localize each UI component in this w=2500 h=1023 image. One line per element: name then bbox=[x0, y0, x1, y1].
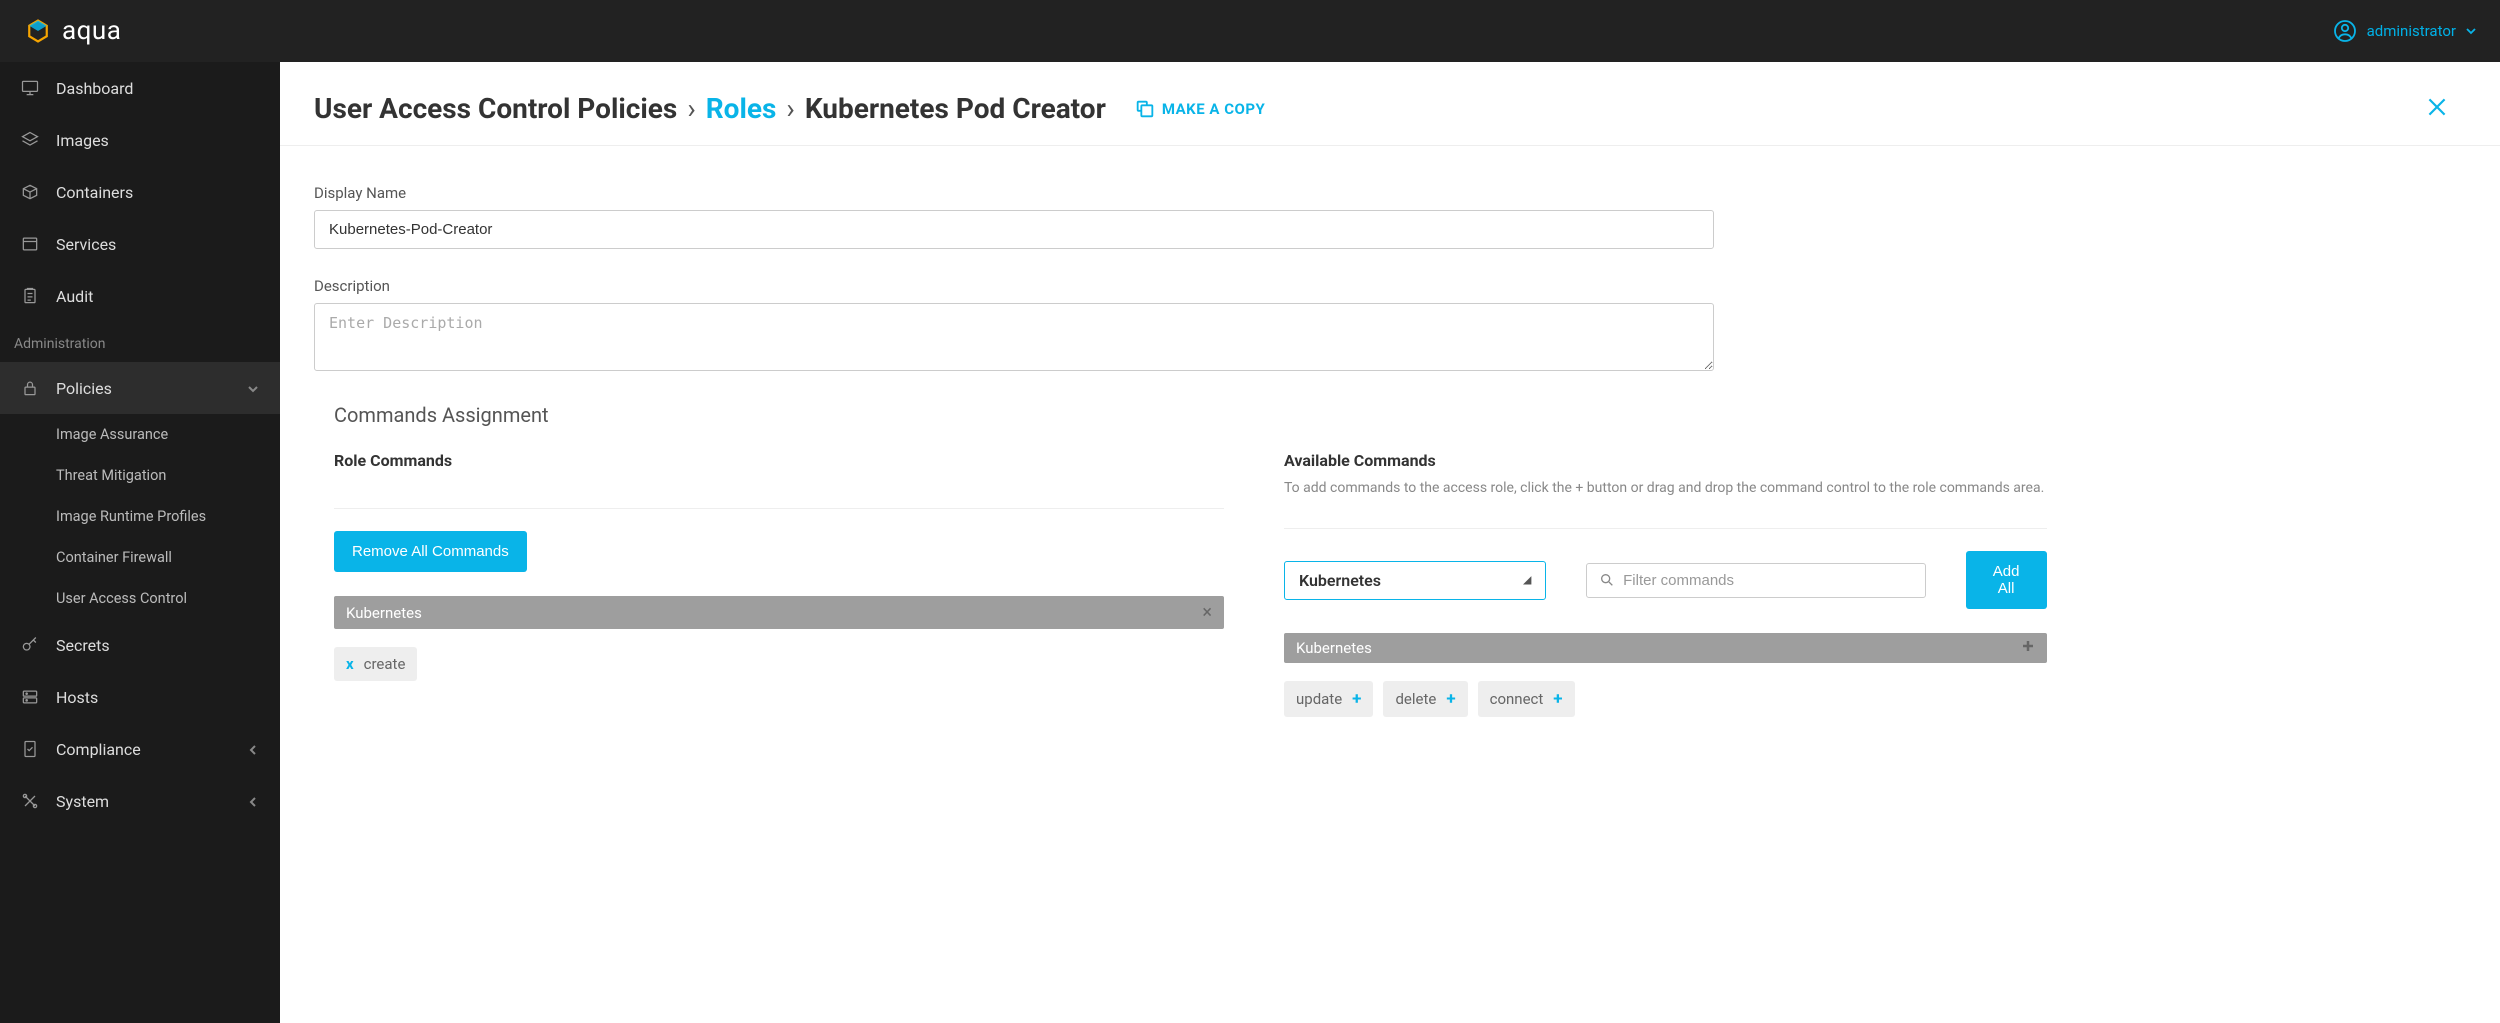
make-copy-label: MAKE A COPY bbox=[1162, 100, 1265, 118]
sidebar-subitem-container-firewall[interactable]: Container Firewall bbox=[0, 537, 280, 578]
sidebar-item-compliance[interactable]: Compliance bbox=[0, 723, 280, 775]
brand: aqua bbox=[24, 16, 121, 46]
available-chip-row: update + delete + connect + bbox=[1284, 681, 2047, 717]
add-all-button[interactable]: Add All bbox=[1966, 551, 2047, 609]
page-header: User Access Control Policies › Roles › K… bbox=[280, 62, 2500, 146]
display-name-input[interactable] bbox=[314, 210, 1714, 249]
add-chip-icon[interactable]: + bbox=[1352, 689, 1361, 709]
breadcrumb-leaf: Kubernetes Pod Creator bbox=[805, 92, 1106, 125]
sidebar-item-label: Services bbox=[56, 235, 116, 254]
sidebar-item-label: Audit bbox=[56, 287, 93, 306]
monitor-icon bbox=[20, 78, 40, 98]
sidebar-subitem-image-assurance[interactable]: Image Assurance bbox=[0, 414, 280, 455]
check-doc-icon bbox=[20, 739, 40, 759]
breadcrumb-roles-link[interactable]: Roles bbox=[706, 92, 777, 125]
available-commands-hint: To add commands to the access role, clic… bbox=[1284, 480, 2047, 496]
sidebar-item-system[interactable]: System bbox=[0, 775, 280, 827]
chevron-down-icon bbox=[246, 381, 260, 395]
sidebar-subitem-threat-mitigation[interactable]: Threat Mitigation bbox=[0, 455, 280, 496]
caret-down-icon bbox=[2466, 22, 2476, 40]
breadcrumb-root: User Access Control Policies bbox=[314, 92, 677, 125]
chip-label: update bbox=[1296, 690, 1342, 708]
clipboard-icon bbox=[20, 286, 40, 306]
brand-text: aqua bbox=[62, 16, 121, 46]
tools-icon bbox=[20, 791, 40, 811]
role-command-chip: x create bbox=[334, 647, 417, 681]
commands-section-title: Commands Assignment bbox=[334, 403, 1980, 427]
sidebar-item-label: Hosts bbox=[56, 688, 98, 707]
sidebar-item-label: Containers bbox=[56, 183, 133, 202]
add-chip-icon[interactable]: + bbox=[1446, 689, 1455, 709]
user-icon bbox=[2333, 19, 2357, 43]
sidebar-item-label: Images bbox=[56, 131, 109, 150]
sidebar-item-hosts[interactable]: Hosts bbox=[0, 671, 280, 723]
sidebar: Dashboard Images Containers Services Aud… bbox=[0, 62, 280, 1023]
breadcrumb-sep: › bbox=[687, 92, 695, 125]
sidebar-subitem-image-runtime-profiles[interactable]: Image Runtime Profiles bbox=[0, 496, 280, 537]
available-command-chip: connect + bbox=[1478, 681, 1575, 717]
breadcrumb: User Access Control Policies › Roles › K… bbox=[314, 92, 1106, 125]
available-command-chip: delete + bbox=[1383, 681, 1467, 717]
sidebar-subitem-user-access-control[interactable]: User Access Control bbox=[0, 578, 280, 619]
available-group-bar: Kubernetes bbox=[1284, 633, 2047, 663]
available-command-chip: update + bbox=[1284, 681, 1373, 717]
panels-icon bbox=[20, 234, 40, 254]
display-name-label: Display Name bbox=[314, 184, 1714, 202]
add-group-icon[interactable] bbox=[2021, 639, 2035, 657]
sidebar-item-label: Policies bbox=[56, 379, 112, 398]
sidebar-item-label: Secrets bbox=[56, 636, 110, 655]
filter-commands-wrap bbox=[1586, 563, 1925, 598]
server-icon bbox=[20, 687, 40, 707]
role-chip-row: x create bbox=[334, 647, 1224, 681]
available-commands-title: Available Commands bbox=[1284, 451, 2047, 470]
category-select[interactable]: Kubernetes ◢ bbox=[1284, 561, 1546, 600]
top-bar: aqua administrator bbox=[0, 0, 2500, 62]
main-content: User Access Control Policies › Roles › K… bbox=[280, 62, 2500, 1023]
sidebar-item-label: Compliance bbox=[56, 740, 141, 759]
sidebar-item-label: Dashboard bbox=[56, 79, 133, 98]
role-commands-column: Role Commands Remove All Commands Kubern… bbox=[334, 451, 1224, 717]
description-input[interactable] bbox=[314, 303, 1714, 371]
logo-icon bbox=[24, 17, 52, 45]
user-menu[interactable]: administrator bbox=[2333, 19, 2476, 43]
search-icon bbox=[1599, 572, 1615, 588]
add-chip-icon[interactable]: + bbox=[1553, 689, 1562, 709]
sidebar-item-dashboard[interactable]: Dashboard bbox=[0, 62, 280, 114]
sidebar-item-images[interactable]: Images bbox=[0, 114, 280, 166]
box-icon bbox=[20, 182, 40, 202]
available-group-label: Kubernetes bbox=[1296, 639, 1372, 657]
chevron-left-icon bbox=[246, 742, 260, 756]
lock-icon bbox=[20, 378, 40, 398]
triangle-down-icon: ◢ bbox=[1523, 575, 1531, 586]
category-selected: Kubernetes bbox=[1299, 571, 1381, 590]
form-area: Display Name Description Commands Assign… bbox=[280, 146, 2030, 747]
remove-group-icon[interactable]: × bbox=[1202, 602, 1212, 623]
breadcrumb-sep: › bbox=[786, 92, 794, 125]
sidebar-policies-subitems: Image Assurance Threat Mitigation Image … bbox=[0, 414, 280, 619]
key-icon bbox=[20, 635, 40, 655]
chip-label: delete bbox=[1395, 690, 1436, 708]
remove-chip-icon[interactable]: x bbox=[346, 655, 354, 673]
sidebar-item-audit[interactable]: Audit bbox=[0, 270, 280, 322]
sidebar-item-label: System bbox=[56, 792, 109, 811]
chip-label: create bbox=[364, 655, 406, 673]
role-group-label: Kubernetes bbox=[346, 604, 422, 622]
layers-icon bbox=[20, 130, 40, 150]
sidebar-item-services[interactable]: Services bbox=[0, 218, 280, 270]
available-commands-column: Available Commands To add commands to th… bbox=[1284, 451, 2047, 717]
chip-label: connect bbox=[1490, 690, 1544, 708]
close-button[interactable] bbox=[2424, 94, 2450, 124]
sidebar-section-admin: Administration bbox=[0, 322, 280, 362]
user-name: administrator bbox=[2367, 22, 2456, 40]
remove-all-commands-button[interactable]: Remove All Commands bbox=[334, 531, 527, 572]
chevron-left-icon bbox=[246, 794, 260, 808]
role-commands-title: Role Commands bbox=[334, 451, 1224, 470]
sidebar-item-secrets[interactable]: Secrets bbox=[0, 619, 280, 671]
sidebar-item-policies[interactable]: Policies bbox=[0, 362, 280, 414]
description-label: Description bbox=[314, 277, 1714, 295]
role-group-bar: Kubernetes × bbox=[334, 596, 1224, 629]
filter-commands-input[interactable] bbox=[1623, 572, 1912, 589]
sidebar-item-containers[interactable]: Containers bbox=[0, 166, 280, 218]
make-copy-button[interactable]: MAKE A COPY bbox=[1134, 98, 1265, 120]
